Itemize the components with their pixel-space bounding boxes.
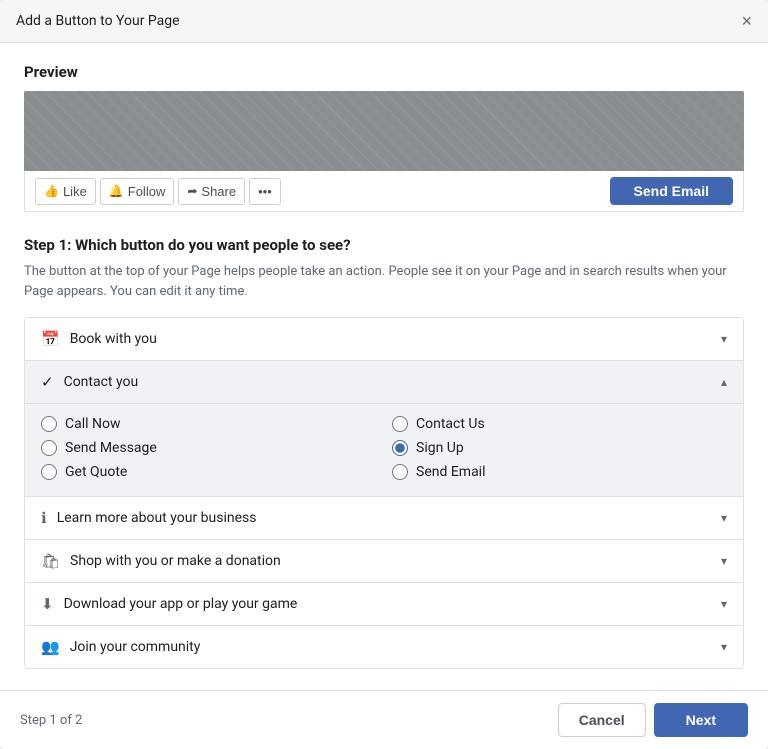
follow-icon: 🔔 bbox=[109, 184, 124, 198]
accordion-body-contact: Call Now Contact Us Send Message Si bbox=[25, 403, 743, 496]
modal-body: Preview 👍 Like 🔔 Follow ➦ Share bbox=[0, 43, 768, 690]
follow-button[interactable]: 🔔 Follow bbox=[100, 178, 175, 205]
chevron-down-icon-community: ▾ bbox=[721, 640, 727, 654]
chevron-down-icon-download: ▾ bbox=[721, 597, 727, 611]
shop-icon: 🛍 bbox=[41, 552, 60, 570]
step-description: The button at the top of your Page helps… bbox=[24, 262, 744, 301]
step-title: Which button do you want people to see? bbox=[71, 236, 350, 254]
radio-label-call-now: Call Now bbox=[65, 416, 121, 432]
modal-footer: Step 1 of 2 Cancel Next bbox=[0, 690, 768, 749]
modal: Add a Button to Your Page × Preview 👍 Li… bbox=[0, 0, 768, 749]
accordion-header-left-contact: ✓ Contact you bbox=[41, 373, 138, 391]
accordion-header-download[interactable]: ⬇ Download your app or play your game ▾ bbox=[25, 583, 743, 625]
accordion-header-book[interactable]: 📅 Book with you ▾ bbox=[25, 318, 743, 360]
like-label: Like bbox=[63, 184, 87, 199]
next-button[interactable]: Next bbox=[654, 703, 748, 737]
preview-label: Preview bbox=[24, 63, 744, 81]
accordion-header-left-shop: 🛍 Shop with you or make a donation bbox=[41, 552, 281, 570]
share-icon: ➦ bbox=[187, 184, 197, 198]
accordion-label-community: Join your community bbox=[70, 639, 201, 655]
info-icon: ℹ bbox=[41, 509, 47, 527]
radio-label-sign-up: Sign Up bbox=[416, 440, 464, 456]
preview-cover-image bbox=[24, 91, 744, 171]
follow-label: Follow bbox=[128, 184, 166, 199]
step-indicator: Step 1 of 2 bbox=[20, 713, 82, 728]
preview-section: Preview 👍 Like 🔔 Follow ➦ Share bbox=[24, 63, 744, 212]
cta-preview-button[interactable]: Send Email bbox=[610, 177, 733, 205]
step-heading: Step 1: Which button do you want people … bbox=[24, 236, 744, 254]
accordion-header-left-community: 👥 Join your community bbox=[41, 638, 200, 656]
accordion-item-shop: 🛍 Shop with you or make a donation ▾ bbox=[25, 540, 743, 583]
accordion-label-download: Download your app or play your game bbox=[64, 596, 298, 612]
download-icon: ⬇ bbox=[41, 595, 54, 613]
accordion-item-download: ⬇ Download your app or play your game ▾ bbox=[25, 583, 743, 626]
accordion-item-learn: ℹ Learn more about your business ▾ bbox=[25, 497, 743, 540]
accordion-header-contact[interactable]: ✓ Contact you ▴ bbox=[25, 361, 743, 403]
radio-input-call-now[interactable] bbox=[41, 416, 57, 432]
chevron-down-icon-book: ▾ bbox=[721, 332, 727, 346]
radio-input-get-quote[interactable] bbox=[41, 464, 57, 480]
accordion-header-left-book: 📅 Book with you bbox=[41, 330, 157, 348]
accordion-header-shop[interactable]: 🛍 Shop with you or make a donation ▾ bbox=[25, 540, 743, 582]
accordion-header-community[interactable]: 👥 Join your community ▾ bbox=[25, 626, 743, 668]
radio-label-send-email: Send Email bbox=[416, 464, 486, 480]
accordion-label-contact: Contact you bbox=[64, 374, 139, 390]
footer-actions: Cancel Next bbox=[558, 703, 748, 737]
radio-send-message[interactable]: Send Message bbox=[41, 440, 376, 456]
more-button[interactable]: ••• bbox=[249, 178, 281, 205]
step-number: Step 1: bbox=[24, 236, 71, 254]
chevron-up-icon-contact: ▴ bbox=[721, 375, 727, 389]
contact-options-grid: Call Now Contact Us Send Message Si bbox=[41, 416, 727, 480]
radio-label-contact-us: Contact Us bbox=[416, 416, 485, 432]
radio-input-sign-up[interactable] bbox=[392, 440, 408, 456]
radio-sign-up[interactable]: Sign Up bbox=[392, 440, 727, 456]
radio-input-send-email[interactable] bbox=[392, 464, 408, 480]
accordion-label-shop: Shop with you or make a donation bbox=[70, 553, 281, 569]
cancel-button[interactable]: Cancel bbox=[558, 703, 646, 737]
accordion-item-book: 📅 Book with you ▾ bbox=[25, 318, 743, 361]
radio-send-email[interactable]: Send Email bbox=[392, 464, 727, 480]
radio-contact-us[interactable]: Contact Us bbox=[392, 416, 727, 432]
community-icon: 👥 bbox=[41, 638, 60, 656]
accordion-label-learn: Learn more about your business bbox=[57, 510, 257, 526]
like-icon: 👍 bbox=[44, 184, 59, 198]
share-label: Share bbox=[201, 184, 236, 199]
preview-action-bar: 👍 Like 🔔 Follow ➦ Share ••• Send Email bbox=[24, 171, 744, 212]
calendar-icon: 📅 bbox=[41, 330, 60, 348]
check-icon-contact: ✓ bbox=[41, 373, 54, 391]
accordion-item-community: 👥 Join your community ▾ bbox=[25, 626, 743, 668]
button-type-accordion: 📅 Book with you ▾ ✓ Contact you ▴ bbox=[24, 317, 744, 669]
radio-label-send-message: Send Message bbox=[65, 440, 157, 456]
radio-input-contact-us[interactable] bbox=[392, 416, 408, 432]
modal-header: Add a Button to Your Page × bbox=[0, 0, 768, 43]
radio-input-send-message[interactable] bbox=[41, 440, 57, 456]
accordion-header-learn[interactable]: ℹ Learn more about your business ▾ bbox=[25, 497, 743, 539]
chevron-down-icon-shop: ▾ bbox=[721, 554, 727, 568]
radio-get-quote[interactable]: Get Quote bbox=[41, 464, 376, 480]
preview-actions-left: 👍 Like 🔔 Follow ➦ Share ••• bbox=[35, 178, 281, 205]
chevron-down-icon-learn: ▾ bbox=[721, 511, 727, 525]
like-button[interactable]: 👍 Like bbox=[35, 178, 96, 205]
modal-title: Add a Button to Your Page bbox=[16, 13, 180, 29]
accordion-label-book: Book with you bbox=[70, 331, 157, 347]
radio-label-get-quote: Get Quote bbox=[65, 464, 127, 480]
accordion-header-left-learn: ℹ Learn more about your business bbox=[41, 509, 257, 527]
close-button[interactable]: × bbox=[741, 12, 752, 30]
accordion-header-left-download: ⬇ Download your app or play your game bbox=[41, 595, 297, 613]
share-button[interactable]: ➦ Share bbox=[178, 178, 245, 205]
radio-call-now[interactable]: Call Now bbox=[41, 416, 376, 432]
accordion-item-contact: ✓ Contact you ▴ Call Now Contact Us bbox=[25, 361, 743, 497]
